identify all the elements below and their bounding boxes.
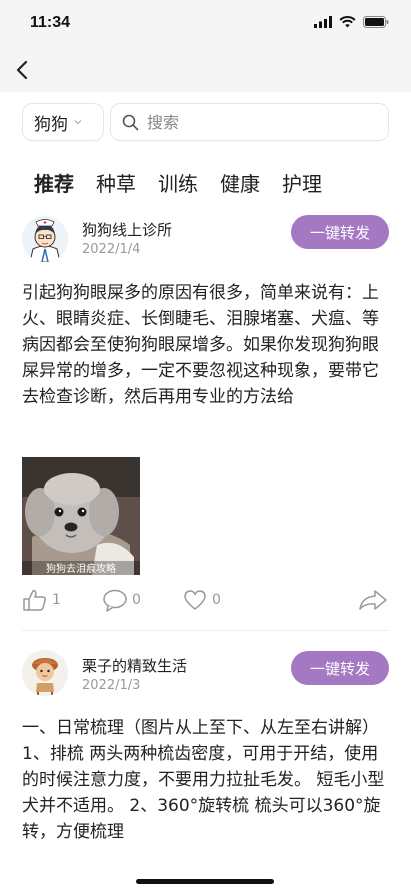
post-text[interactable]: 引起狗狗眼屎多的原因有很多，简单来说有：上火、眼睛炎症、长倒睫毛、泪腺堵塞、犬瘟…: [22, 280, 392, 410]
tab-care[interactable]: 护理: [282, 168, 322, 197]
thumbs-up-icon: [23, 590, 46, 611]
comment-count: 0: [132, 592, 141, 608]
post-author[interactable]: 栗子的精致生活: [82, 655, 187, 676]
character-avatar-icon: [22, 650, 68, 696]
post-card: 栗子的精致生活 2022/1/3 一键转发 一、日常梳理（图片从上至下、从左至右…: [0, 640, 411, 893]
share-button[interactable]: 一键转发: [291, 215, 389, 249]
home-indicator: [136, 879, 274, 884]
image-caption: 狗狗去泪痕攻略: [46, 562, 116, 575]
doctor-avatar-icon: [22, 216, 68, 262]
search-icon: [122, 114, 139, 130]
post-date: 2022/1/4: [82, 242, 141, 257]
favorite-button[interactable]: 0: [182, 588, 221, 612]
category-dropdown-label: 狗狗: [34, 114, 68, 135]
category-dropdown[interactable]: 狗狗: [22, 103, 104, 141]
forward-button[interactable]: [358, 588, 388, 612]
chevron-down-icon: [74, 120, 82, 125]
status-bar: 11:34: [0, 0, 411, 48]
avatar[interactable]: [22, 216, 68, 262]
heart-icon: [184, 590, 206, 610]
battery-icon: [363, 16, 389, 28]
post-actions: 1 0 0: [0, 588, 411, 618]
status-icons: [314, 16, 389, 28]
post-text[interactable]: 一、日常梳理（图片从上至下、从左至右讲解）1、排梳 两头两种梳齿密度，可用于开结…: [22, 715, 392, 845]
share-arrow-icon: [359, 590, 387, 610]
status-time: 11:34: [30, 14, 71, 31]
dog-photo-image: 狗狗去泪痕攻略: [22, 457, 140, 575]
search-row: 狗狗: [0, 92, 411, 152]
post-image[interactable]: 狗狗去泪痕攻略: [22, 457, 140, 575]
post-date: 2022/1/3: [82, 678, 141, 693]
search-input[interactable]: [145, 111, 379, 133]
comment-bubble-icon: [103, 589, 127, 612]
tab-grass[interactable]: 种草: [96, 168, 136, 197]
back-button[interactable]: [12, 56, 34, 84]
avatar[interactable]: [22, 650, 68, 696]
post-card: 狗狗线上诊所 2022/1/4 一键转发 引起狗狗眼屎多的原因有很多，简单来说有…: [0, 206, 411, 631]
search-box[interactable]: [110, 103, 389, 141]
like-button[interactable]: 1: [22, 588, 61, 612]
tab-recommend[interactable]: 推荐: [34, 168, 74, 197]
back-arrow-icon: [16, 60, 28, 80]
tab-training[interactable]: 训练: [158, 168, 198, 197]
wifi-icon: [339, 16, 356, 28]
signal-icon: [314, 16, 332, 28]
nav-bar: [0, 48, 411, 92]
comment-button[interactable]: 0: [102, 588, 141, 612]
tab-health[interactable]: 健康: [220, 168, 260, 197]
post-divider: [22, 630, 389, 631]
favorite-count: 0: [212, 592, 221, 608]
share-button[interactable]: 一键转发: [291, 651, 389, 685]
category-tabs: 推荐 种草 训练 健康 护理: [34, 168, 322, 197]
post-author[interactable]: 狗狗线上诊所: [82, 219, 172, 240]
like-count: 1: [52, 592, 61, 608]
